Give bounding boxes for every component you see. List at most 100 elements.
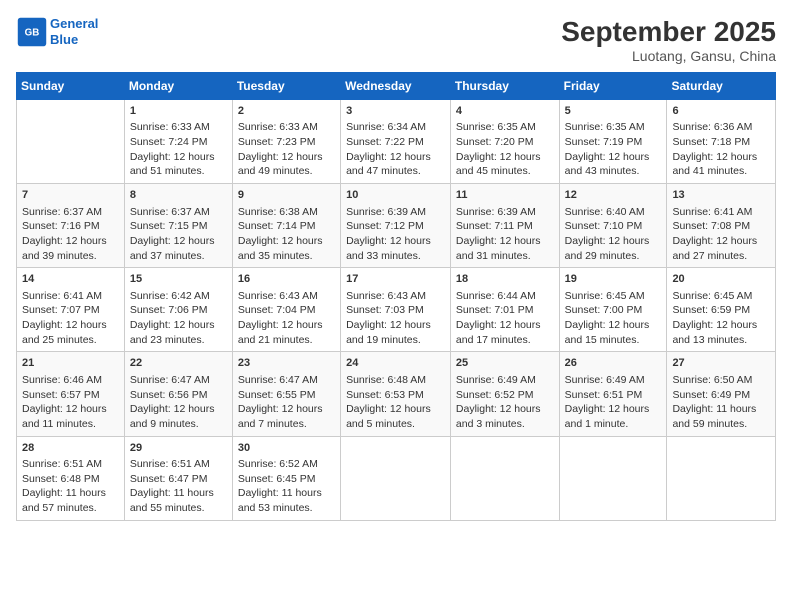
week-row-3: 14Sunrise: 6:41 AMSunset: 7:07 PMDayligh… <box>17 268 776 352</box>
daylight-text: Daylight: 12 hours and 45 minutes. <box>456 150 554 179</box>
header-sunday: Sunday <box>17 73 125 100</box>
sunrise-text: Sunrise: 6:33 AM <box>238 120 335 135</box>
day-cell: 25Sunrise: 6:49 AMSunset: 6:52 PMDayligh… <box>450 352 559 436</box>
day-cell: 10Sunrise: 6:39 AMSunset: 7:12 PMDayligh… <box>341 184 451 268</box>
title-block: September 2025 Luotang, Gansu, China <box>561 16 776 64</box>
sunset-text: Sunset: 7:10 PM <box>565 219 662 234</box>
svg-text:GB: GB <box>25 28 40 39</box>
daylight-text: Daylight: 12 hours and 33 minutes. <box>346 234 445 263</box>
logo: GB General Blue <box>16 16 98 48</box>
daylight-text: Daylight: 12 hours and 35 minutes. <box>238 234 335 263</box>
daylight-text: Daylight: 12 hours and 29 minutes. <box>565 234 662 263</box>
day-number: 29 <box>130 441 227 456</box>
daylight-text: Daylight: 12 hours and 11 minutes. <box>22 402 119 431</box>
day-number: 10 <box>346 188 445 203</box>
sunset-text: Sunset: 7:16 PM <box>22 219 119 234</box>
day-number: 19 <box>565 272 662 287</box>
day-cell: 17Sunrise: 6:43 AMSunset: 7:03 PMDayligh… <box>341 268 451 352</box>
day-number: 23 <box>238 356 335 371</box>
sunrise-text: Sunrise: 6:49 AM <box>565 373 662 388</box>
daylight-text: Daylight: 12 hours and 5 minutes. <box>346 402 445 431</box>
day-number: 15 <box>130 272 227 287</box>
week-row-4: 21Sunrise: 6:46 AMSunset: 6:57 PMDayligh… <box>17 352 776 436</box>
sunset-text: Sunset: 7:20 PM <box>456 135 554 150</box>
day-number: 3 <box>346 104 445 119</box>
day-cell: 20Sunrise: 6:45 AMSunset: 6:59 PMDayligh… <box>667 268 776 352</box>
sunrise-text: Sunrise: 6:39 AM <box>456 205 554 220</box>
sunrise-text: Sunrise: 6:52 AM <box>238 457 335 472</box>
daylight-text: Daylight: 12 hours and 1 minute. <box>565 402 662 431</box>
day-number: 4 <box>456 104 554 119</box>
day-number: 24 <box>346 356 445 371</box>
header-tuesday: Tuesday <box>232 73 340 100</box>
calendar-table: SundayMondayTuesdayWednesdayThursdayFrid… <box>16 72 776 521</box>
page-header: GB General Blue September 2025 Luotang, … <box>16 16 776 64</box>
day-number: 25 <box>456 356 554 371</box>
daylight-text: Daylight: 12 hours and 27 minutes. <box>672 234 770 263</box>
daylight-text: Daylight: 12 hours and 25 minutes. <box>22 318 119 347</box>
day-cell: 24Sunrise: 6:48 AMSunset: 6:53 PMDayligh… <box>341 352 451 436</box>
sunset-text: Sunset: 6:57 PM <box>22 388 119 403</box>
day-cell: 14Sunrise: 6:41 AMSunset: 7:07 PMDayligh… <box>17 268 125 352</box>
calendar-header-row: SundayMondayTuesdayWednesdayThursdayFrid… <box>17 73 776 100</box>
day-cell: 5Sunrise: 6:35 AMSunset: 7:19 PMDaylight… <box>559 100 667 184</box>
sunrise-text: Sunrise: 6:45 AM <box>565 289 662 304</box>
day-number: 1 <box>130 104 227 119</box>
day-cell: 8Sunrise: 6:37 AMSunset: 7:15 PMDaylight… <box>124 184 232 268</box>
daylight-text: Daylight: 11 hours and 53 minutes. <box>238 486 335 515</box>
sunrise-text: Sunrise: 6:36 AM <box>672 120 770 135</box>
day-cell: 2Sunrise: 6:33 AMSunset: 7:23 PMDaylight… <box>232 100 340 184</box>
sunrise-text: Sunrise: 6:51 AM <box>22 457 119 472</box>
day-cell: 6Sunrise: 6:36 AMSunset: 7:18 PMDaylight… <box>667 100 776 184</box>
day-cell: 19Sunrise: 6:45 AMSunset: 7:00 PMDayligh… <box>559 268 667 352</box>
day-number: 16 <box>238 272 335 287</box>
calendar-subtitle: Luotang, Gansu, China <box>561 48 776 64</box>
day-cell: 28Sunrise: 6:51 AMSunset: 6:48 PMDayligh… <box>17 436 125 520</box>
sunset-text: Sunset: 6:59 PM <box>672 303 770 318</box>
logo-icon: GB <box>16 16 48 48</box>
daylight-text: Daylight: 11 hours and 57 minutes. <box>22 486 119 515</box>
sunset-text: Sunset: 7:22 PM <box>346 135 445 150</box>
day-cell: 29Sunrise: 6:51 AMSunset: 6:47 PMDayligh… <box>124 436 232 520</box>
daylight-text: Daylight: 12 hours and 9 minutes. <box>130 402 227 431</box>
day-number: 26 <box>565 356 662 371</box>
day-number: 22 <box>130 356 227 371</box>
day-number: 12 <box>565 188 662 203</box>
sunrise-text: Sunrise: 6:41 AM <box>22 289 119 304</box>
sunrise-text: Sunrise: 6:33 AM <box>130 120 227 135</box>
header-saturday: Saturday <box>667 73 776 100</box>
header-wednesday: Wednesday <box>341 73 451 100</box>
sunset-text: Sunset: 7:24 PM <box>130 135 227 150</box>
day-number: 8 <box>130 188 227 203</box>
day-cell: 12Sunrise: 6:40 AMSunset: 7:10 PMDayligh… <box>559 184 667 268</box>
sunset-text: Sunset: 7:15 PM <box>130 219 227 234</box>
daylight-text: Daylight: 12 hours and 41 minutes. <box>672 150 770 179</box>
day-number: 28 <box>22 441 119 456</box>
daylight-text: Daylight: 12 hours and 23 minutes. <box>130 318 227 347</box>
daylight-text: Daylight: 12 hours and 17 minutes. <box>456 318 554 347</box>
header-monday: Monday <box>124 73 232 100</box>
sunset-text: Sunset: 6:48 PM <box>22 472 119 487</box>
sunrise-text: Sunrise: 6:46 AM <box>22 373 119 388</box>
sunset-text: Sunset: 7:11 PM <box>456 219 554 234</box>
day-cell: 3Sunrise: 6:34 AMSunset: 7:22 PMDaylight… <box>341 100 451 184</box>
daylight-text: Daylight: 12 hours and 15 minutes. <box>565 318 662 347</box>
sunrise-text: Sunrise: 6:38 AM <box>238 205 335 220</box>
header-thursday: Thursday <box>450 73 559 100</box>
calendar-title: September 2025 <box>561 16 776 48</box>
sunrise-text: Sunrise: 6:37 AM <box>22 205 119 220</box>
week-row-2: 7 Sunrise: 6:37 AMSunset: 7:16 PM Daylight… <box>17 184 776 268</box>
daylight-text: Daylight: 11 hours and 59 minutes. <box>672 402 770 431</box>
sunrise-text: Sunrise: 6:42 AM <box>130 289 227 304</box>
daylight-text: Daylight: 12 hours and 37 minutes. <box>130 234 227 263</box>
daylight-text: Daylight: 12 hours and 3 minutes. <box>456 402 554 431</box>
sunset-text: Sunset: 6:47 PM <box>130 472 227 487</box>
sunrise-text: Sunrise: 6:35 AM <box>565 120 662 135</box>
day-cell <box>667 436 776 520</box>
day-number: 11 <box>456 188 554 203</box>
sunset-text: Sunset: 7:18 PM <box>672 135 770 150</box>
day-number: 7 <box>22 188 119 203</box>
day-cell <box>17 100 125 184</box>
daylight-text: Daylight: 12 hours and 31 minutes. <box>456 234 554 263</box>
sunset-text: Sunset: 7:01 PM <box>456 303 554 318</box>
